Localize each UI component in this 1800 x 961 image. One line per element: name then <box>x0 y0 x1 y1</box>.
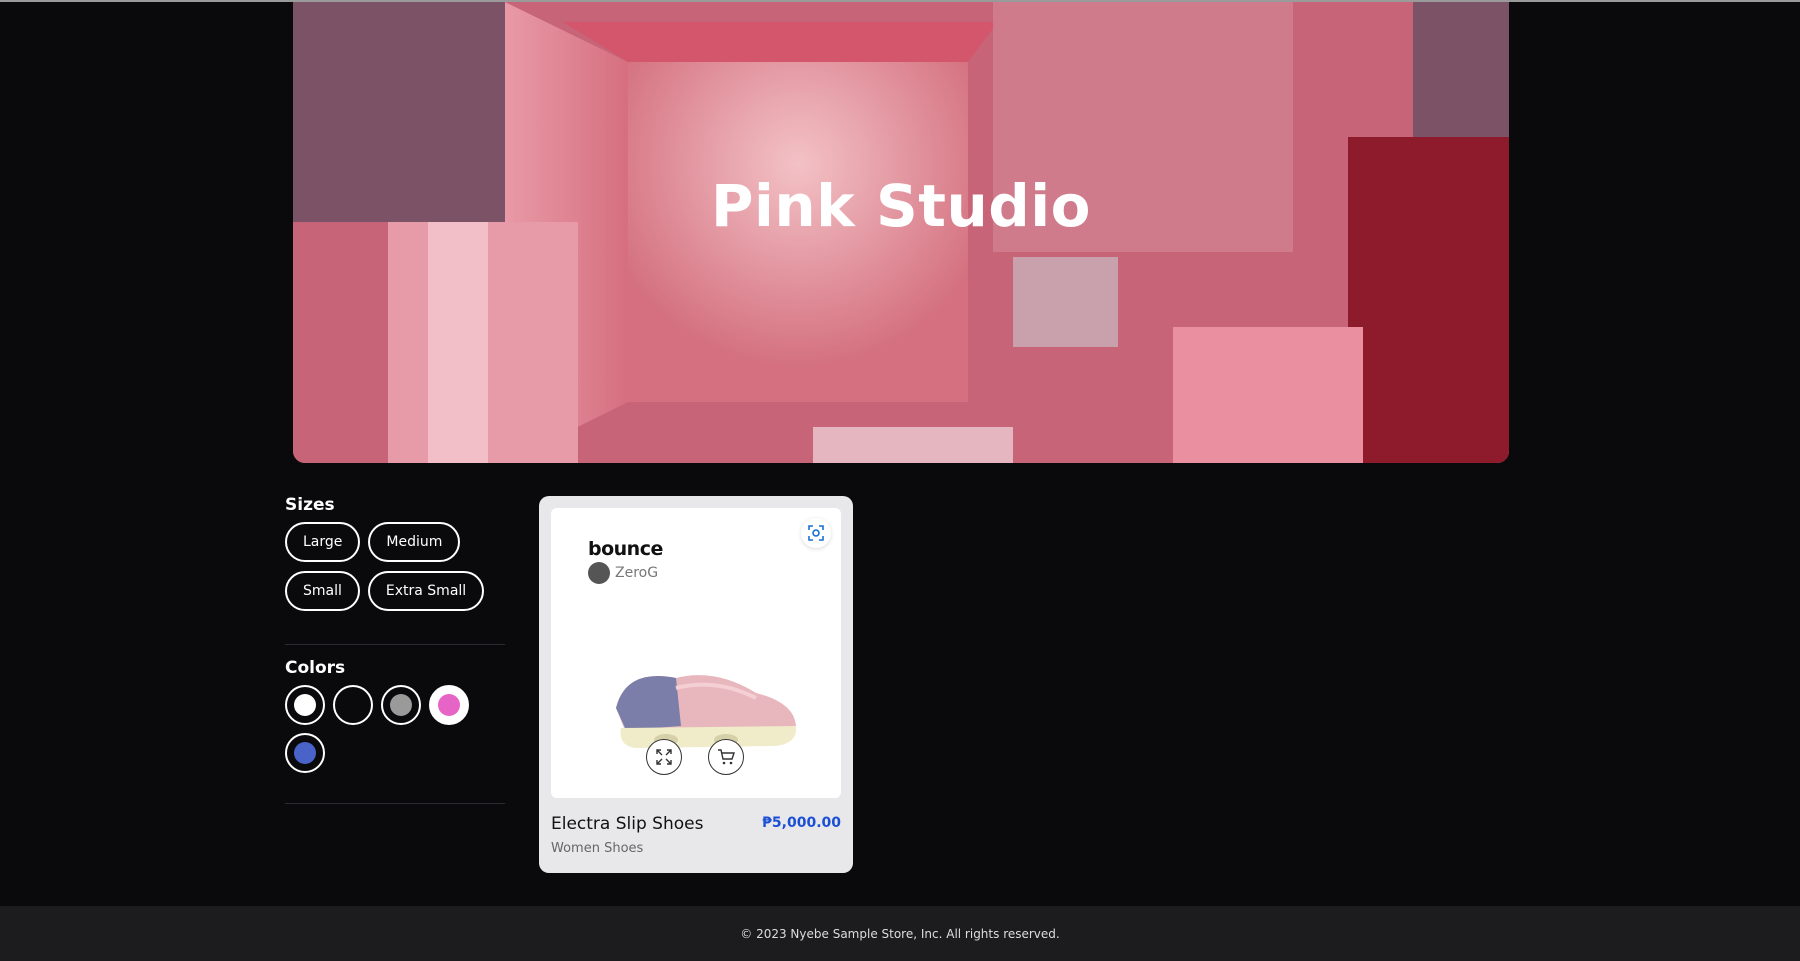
product-image[interactable]: bounce ZeroG <box>551 508 841 798</box>
color-dot <box>390 694 412 716</box>
cart-icon[interactable] <box>708 739 744 775</box>
product-category: Women Shoes <box>551 841 644 856</box>
color-swatch-white[interactable] <box>285 685 325 725</box>
colors-heading: Colors <box>285 658 346 678</box>
brand-logo: bounce ZeroG <box>588 538 663 584</box>
size-small-button[interactable]: Small <box>285 571 360 611</box>
filter-sidebar: Sizes Large Medium Small Extra Small Col… <box>285 495 505 804</box>
expand-icon[interactable] <box>646 739 682 775</box>
color-dot <box>438 694 460 716</box>
color-dot <box>294 694 316 716</box>
color-swatch-blue[interactable] <box>285 733 325 773</box>
size-extra-small-button[interactable]: Extra Small <box>367 571 485 611</box>
product-card[interactable]: bounce ZeroG Electra Slip Shoes ₱5,000.0… <box>539 496 853 873</box>
size-large-button[interactable]: Large <box>285 522 361 562</box>
hero-title: Pink Studio <box>711 172 1091 240</box>
brand-name: bounce <box>588 538 663 560</box>
brand-emblem-icon <box>588 562 610 584</box>
hero-banner: Pink Studio <box>293 2 1509 463</box>
filter-divider <box>285 803 505 804</box>
filter-divider <box>285 644 505 645</box>
footer: © 2023 Nyebe Sample Store, Inc. All righ… <box>0 906 1800 961</box>
product-price: ₱5,000.00 <box>762 815 841 831</box>
brand-subline: ZeroG <box>615 565 659 581</box>
color-options <box>285 685 485 773</box>
size-options: Large Medium Small Extra Small <box>285 522 505 611</box>
scan-icon[interactable] <box>801 518 831 548</box>
color-dot <box>294 742 316 764</box>
color-swatch-gray[interactable] <box>381 685 421 725</box>
color-swatch-pink[interactable] <box>429 685 469 725</box>
sizes-heading: Sizes <box>285 495 335 515</box>
product-name[interactable]: Electra Slip Shoes <box>551 814 703 834</box>
color-dot <box>342 694 364 716</box>
color-swatch-black[interactable] <box>333 685 373 725</box>
copyright-text: © 2023 Nyebe Sample Store, Inc. All righ… <box>740 926 1060 941</box>
size-medium-button[interactable]: Medium <box>368 522 461 562</box>
shoe-image <box>616 675 797 748</box>
